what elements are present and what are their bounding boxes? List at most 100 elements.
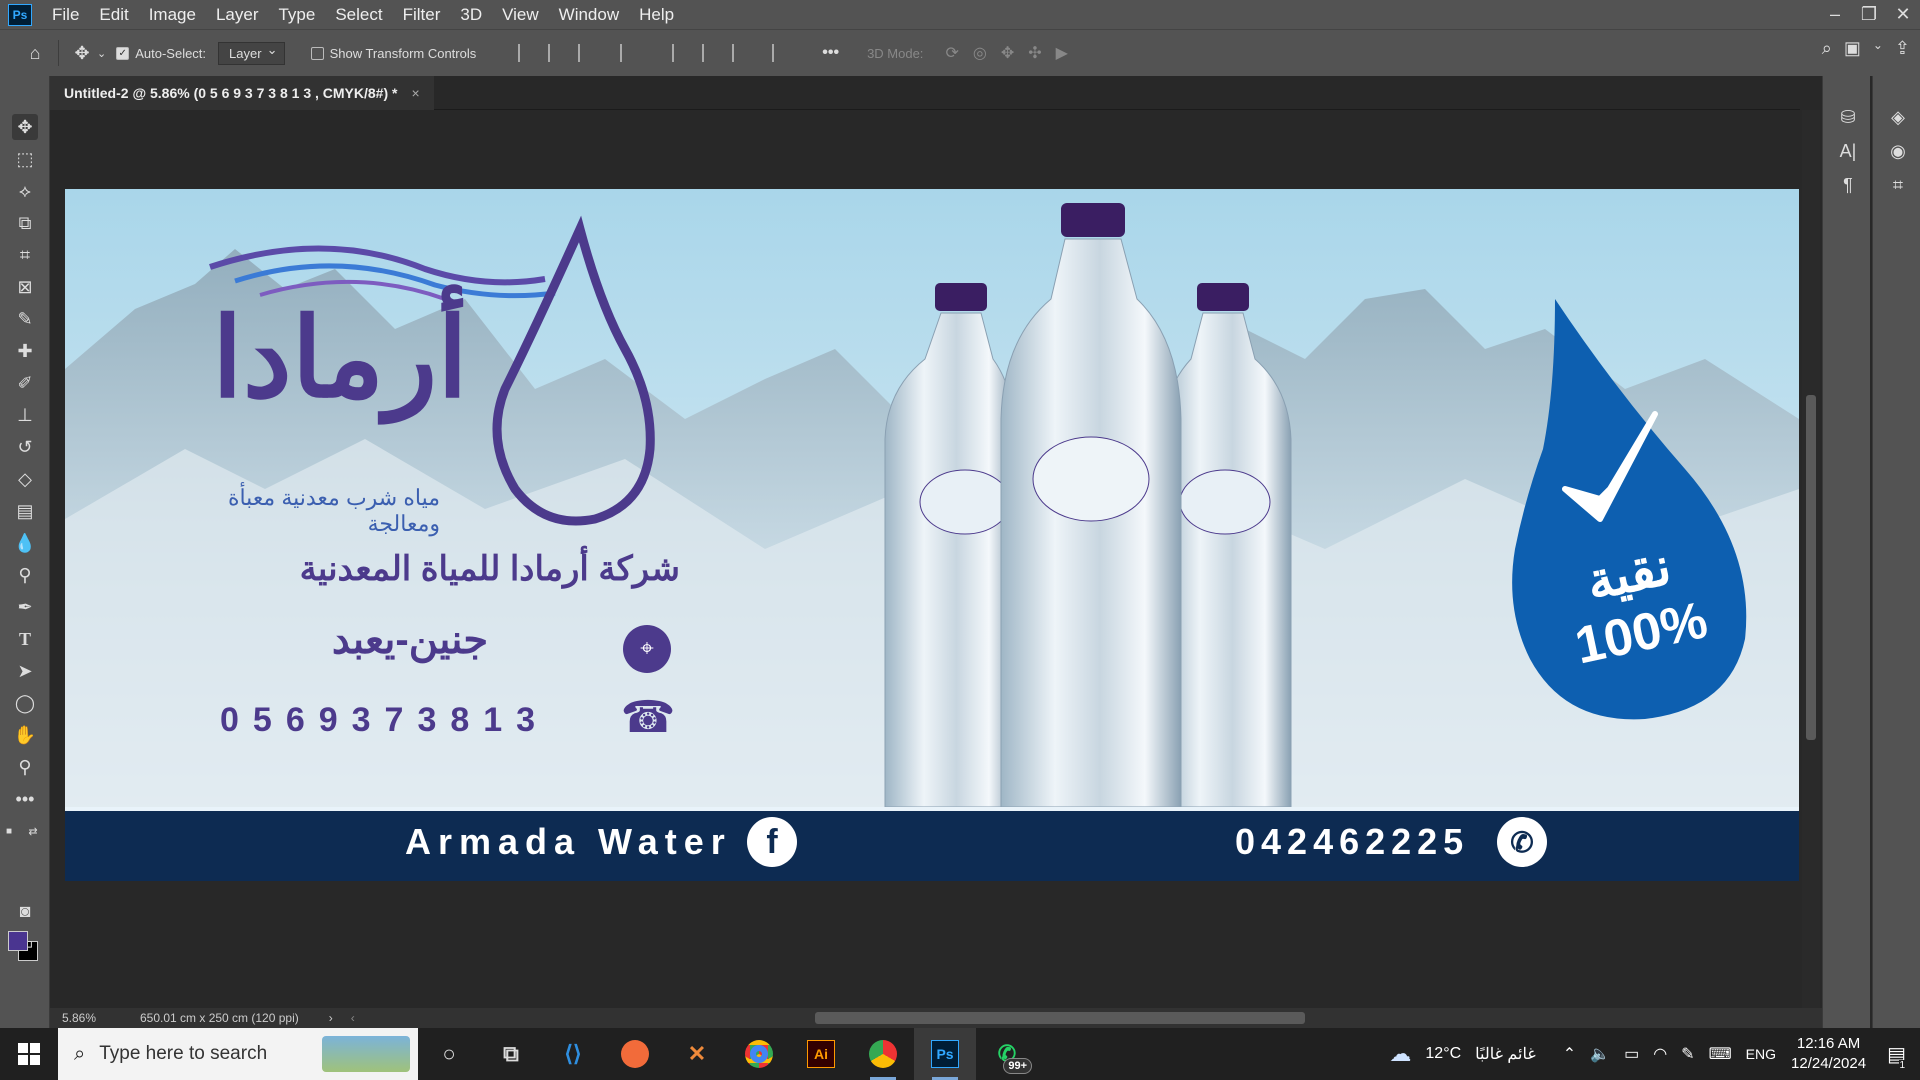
status-chevron-icon[interactable]: › — [329, 1011, 333, 1025]
clock[interactable]: 12:16 AM 12/24/2024 — [1791, 1034, 1866, 1074]
notification-icon[interactable]: ▤ 1 — [1887, 1042, 1906, 1071]
chrome-profile-icon[interactable] — [852, 1028, 914, 1080]
illustrator-icon[interactable]: Ai — [790, 1028, 852, 1080]
document-tab[interactable]: Untitled-2 @ 5.86% (0 5 6 9 3 7 3 8 1 3 … — [50, 76, 434, 110]
paths-icon[interactable]: ⌗ — [1885, 172, 1911, 198]
weather-desc[interactable]: غائم غالبًا — [1475, 1044, 1536, 1064]
taskbar-search[interactable]: ⌕ Type here to search — [58, 1028, 418, 1080]
chrome-icon[interactable] — [728, 1028, 790, 1080]
wifi-icon[interactable]: ◠ — [1653, 1044, 1667, 1064]
restore-icon[interactable]: ❐ — [1852, 4, 1886, 25]
path-select-tool-icon[interactable]: ➤ — [12, 658, 38, 684]
eraser-tool-icon[interactable]: ◇ — [12, 466, 38, 492]
gradient-tool-icon[interactable]: ▤ — [12, 498, 38, 524]
pen-tool-icon[interactable]: ✒ — [12, 594, 38, 620]
healing-tool-icon[interactable]: ✚ — [12, 338, 38, 364]
menu-edit[interactable]: Edit — [89, 5, 138, 25]
share-icon[interactable]: ⇪ — [1895, 38, 1910, 59]
show-transform-checkbox[interactable] — [310, 46, 324, 60]
marquee-tool-icon[interactable]: ⬚ — [12, 146, 38, 172]
menu-window[interactable]: Window — [549, 5, 629, 25]
menu-select[interactable]: Select — [325, 5, 392, 25]
menu-view[interactable]: View — [492, 5, 549, 25]
3d-pan-icon[interactable]: ✥ — [1001, 43, 1014, 63]
auto-select-checkbox[interactable]: ✓ — [116, 46, 130, 60]
photoshop-icon[interactable]: Ps — [914, 1028, 976, 1080]
menu-filter[interactable]: Filter — [393, 5, 451, 25]
channels-icon[interactable]: ◉ — [1885, 138, 1911, 164]
blur-tool-icon[interactable]: 💧 — [12, 530, 38, 556]
stamp-tool-icon[interactable]: ⊥ — [12, 402, 38, 428]
3d-camera-icon[interactable]: ▶ — [1056, 43, 1068, 63]
align-center-icon[interactable] — [548, 44, 562, 62]
libraries-icon[interactable]: ⛁ — [1835, 104, 1861, 130]
close-tab-icon[interactable]: × — [411, 85, 419, 101]
cortana-icon[interactable]: ○ — [418, 1028, 480, 1080]
3d-orbit-icon[interactable]: ⟳ — [945, 43, 958, 63]
align-right-icon[interactable] — [578, 44, 592, 62]
menu-help[interactable]: Help — [629, 5, 684, 25]
align-bottom-icon[interactable] — [732, 44, 746, 62]
task-view-icon[interactable]: ⧉ — [480, 1028, 542, 1080]
menu-3d[interactable]: 3D — [450, 5, 492, 25]
postman-icon[interactable] — [604, 1028, 666, 1080]
battery-icon[interactable]: ▭ — [1624, 1044, 1639, 1064]
vertical-scrollbar[interactable] — [1802, 110, 1820, 1010]
menu-image[interactable]: Image — [139, 5, 206, 25]
foreground-color-swatch[interactable] — [8, 931, 28, 951]
vscode-icon[interactable]: ⟨⟩ — [542, 1028, 604, 1080]
minimize-icon[interactable]: – — [1818, 4, 1852, 25]
weather-temp[interactable]: 12°C — [1425, 1045, 1461, 1063]
swap-colors-icon[interactable]: ⇄ — [26, 824, 40, 838]
move-tool-icon[interactable]: ✥ — [67, 38, 97, 68]
eyedropper-tool-icon[interactable]: ✎ — [12, 306, 38, 332]
zoom-level[interactable]: 5.86% — [50, 1011, 110, 1025]
scrollbar-thumb[interactable] — [1806, 395, 1816, 740]
volume-icon[interactable]: 🔈 — [1590, 1044, 1610, 1064]
auto-select-target-dropdown[interactable]: Layer — [218, 41, 285, 65]
photoshop-logo-icon[interactable]: Ps — [8, 3, 32, 26]
align-middle-icon[interactable] — [702, 44, 716, 62]
history-brush-tool-icon[interactable]: ↺ — [12, 434, 38, 460]
home-icon[interactable]: ⌂ — [20, 38, 50, 68]
keyboard-icon[interactable]: ⌨ — [1709, 1044, 1732, 1064]
document-canvas[interactable]: أرمادا مياه شرب معدنية معبأة ومعالجة شرك… — [65, 189, 1799, 881]
horizontal-scrollbar-thumb[interactable] — [815, 1012, 1305, 1024]
3d-roll-icon[interactable]: ◎ — [973, 43, 987, 63]
search-icon[interactable]: ⌕ — [1822, 38, 1832, 59]
more-tools-icon[interactable]: ••• — [12, 786, 38, 812]
crop-tool-icon[interactable]: ⌗ — [12, 242, 38, 268]
brush-tool-icon[interactable]: ✐ — [12, 370, 38, 396]
object-select-tool-icon[interactable]: ⧉ — [12, 210, 38, 236]
default-colors-icon[interactable]: ■ — [2, 824, 16, 838]
pen-icon[interactable]: ✎ — [1681, 1044, 1694, 1064]
xampp-icon[interactable]: ✕ — [666, 1028, 728, 1080]
weather-icon[interactable]: ☁ — [1389, 1041, 1411, 1067]
zoom-tool-icon[interactable]: ⚲ — [12, 754, 38, 780]
menu-type[interactable]: Type — [268, 5, 325, 25]
menu-layer[interactable]: Layer — [206, 5, 269, 25]
paragraph-icon[interactable]: ¶ — [1835, 172, 1861, 198]
layers-icon[interactable]: ◈ — [1885, 104, 1911, 130]
lasso-tool-icon[interactable]: ⟡ — [12, 178, 38, 204]
distribute-icon[interactable] — [620, 44, 634, 62]
close-icon[interactable]: ✕ — [1886, 4, 1920, 25]
distribute-vertical-icon[interactable] — [772, 44, 786, 62]
dodge-tool-icon[interactable]: ⚲ — [12, 562, 38, 588]
language-indicator[interactable]: ENG — [1746, 1046, 1776, 1062]
type-tool-icon[interactable]: T — [12, 626, 38, 652]
scroll-left-icon[interactable]: ‹ — [351, 1011, 355, 1025]
windows-start-icon[interactable] — [0, 1028, 58, 1080]
whatsapp-icon[interactable]: ✆ 99+ — [976, 1028, 1038, 1080]
frame-tool-icon[interactable]: ⊠ — [12, 274, 38, 300]
align-top-icon[interactable] — [672, 44, 686, 62]
workspace-icon[interactable]: ▣ — [1844, 38, 1861, 59]
quick-mask-icon[interactable]: ◙ — [12, 898, 38, 924]
more-options-button[interactable]: ••• — [822, 44, 839, 62]
chevron-down-icon[interactable]: ⌄ — [97, 47, 106, 60]
chevron-up-icon[interactable]: ⌃ — [1563, 1044, 1576, 1064]
3d-slide-icon[interactable]: ✣ — [1028, 43, 1041, 63]
move-tool-icon[interactable]: ✥ — [12, 114, 38, 140]
ellipse-tool-icon[interactable]: ◯ — [12, 690, 38, 716]
align-left-icon[interactable] — [518, 44, 532, 62]
